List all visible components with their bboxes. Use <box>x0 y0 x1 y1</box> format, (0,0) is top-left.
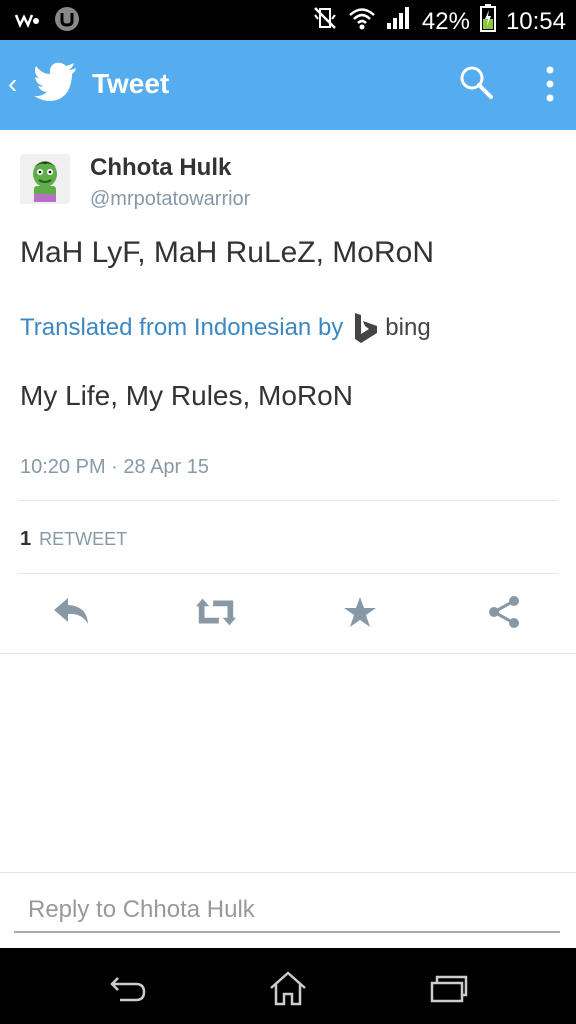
share-icon[interactable] <box>482 592 526 632</box>
battery-percent: 42% <box>421 7 470 35</box>
back-chevron-icon[interactable]: ‹ <box>8 68 17 100</box>
utorrent-icon <box>54 6 80 37</box>
recent-apps-icon[interactable] <box>428 968 468 1008</box>
retweet-count-label: RETWEET <box>39 529 128 549</box>
author-handle[interactable]: @mrpotatowarrior <box>90 188 250 211</box>
wifi-icon <box>348 5 376 38</box>
status-bar: 42% 10:54 <box>0 0 576 40</box>
signal-icon <box>386 6 412 37</box>
divider <box>0 653 576 654</box>
tweet-actions <box>0 592 576 632</box>
home-icon[interactable] <box>268 968 308 1008</box>
translated-label: Translated from Indonesian by <box>20 314 344 341</box>
reply-bar <box>0 872 576 949</box>
tweet-text: MaH LyF, MaH RuLeZ, MoRoN <box>20 236 434 269</box>
bing-icon <box>355 313 378 343</box>
translation-attribution[interactable]: Translated from Indonesian by bing <box>20 312 431 344</box>
tweet-timestamp: 10:20 PM · 28 Apr 15 <box>20 456 210 478</box>
bing-logo: bing <box>353 312 431 344</box>
more-options-icon[interactable] <box>544 66 556 107</box>
back-icon[interactable] <box>108 968 148 1008</box>
app-bar: ‹ Tweet <box>0 40 576 130</box>
divider <box>18 500 558 501</box>
avatar[interactable] <box>20 154 70 204</box>
search-icon[interactable] <box>458 64 494 105</box>
system-navigation-bar <box>0 948 576 1024</box>
favorite-star-icon[interactable] <box>338 592 382 632</box>
reply-icon[interactable] <box>50 592 94 632</box>
vibrate-off-icon <box>312 5 338 38</box>
battery-icon <box>479 4 496 39</box>
author-display-name[interactable]: Chhota Hulk <box>90 154 231 182</box>
walkman-icon <box>14 9 40 34</box>
retweet-count-value: 1 <box>20 528 32 550</box>
divider <box>18 573 558 574</box>
translated-text: My Life, My Rules, MoRoN <box>20 380 353 411</box>
twitter-bird-icon[interactable] <box>34 62 78 107</box>
screen-title: Tweet <box>92 68 170 99</box>
clock: 10:54 <box>505 7 566 35</box>
retweet-count[interactable]: 1 RETWEET <box>20 528 127 551</box>
reply-input[interactable] <box>14 889 560 933</box>
retweet-icon[interactable] <box>194 592 238 632</box>
translator-name: bing <box>385 314 431 341</box>
